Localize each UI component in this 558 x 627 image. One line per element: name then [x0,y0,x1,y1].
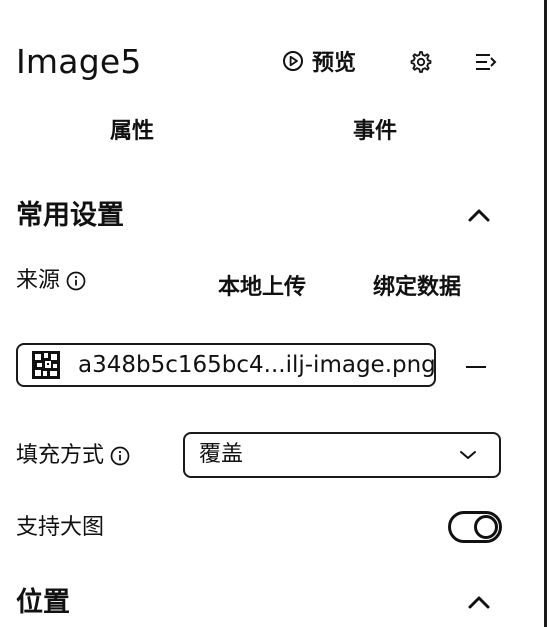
fill-mode-select[interactable]: 覆盖 [183,432,501,478]
image-thumbnail-icon [32,351,60,379]
chevron-down-icon [459,449,477,461]
toggle-knob [474,515,498,539]
chevron-up-icon [466,205,492,225]
gear-icon [409,50,433,74]
play-circle-icon [282,50,304,72]
large-image-label: 支持大图 [16,515,105,540]
source-label: 来源 [16,268,61,293]
settings-button[interactable] [408,49,434,75]
collapse-position-button[interactable] [466,592,492,612]
tab-properties[interactable]: 属性 [110,116,154,148]
bind-data-button[interactable]: 绑定数据 [373,273,461,303]
collapse-panel-button[interactable] [472,49,500,75]
chevron-up-icon [466,592,492,612]
preview-label: 预览 [312,51,357,76]
section-title-position: 位置 [16,587,70,618]
collapse-common-button[interactable] [466,205,492,225]
remove-file-button[interactable] [466,366,486,368]
collapse-menu-icon [473,50,499,74]
panel-right-border [544,0,547,627]
info-icon[interactable] [110,446,130,466]
component-title: Image5 [16,42,142,81]
local-upload-button[interactable]: 本地上传 [218,273,306,303]
file-name: a348b5c165bc4...ilj-image.png [78,352,436,378]
fill-label: 填充方式 [16,443,105,468]
fill-label-row: 填充方式 [16,441,130,471]
fill-mode-value: 覆盖 [199,442,244,467]
preview-button[interactable]: 预览 [282,44,356,78]
file-selector[interactable]: a348b5c165bc4...ilj-image.png [16,343,436,387]
tab-events[interactable]: 事件 [353,116,397,148]
section-title-common: 常用设置 [16,200,124,231]
large-image-toggle[interactable] [448,511,502,543]
source-label-row: 来源 [16,266,86,296]
info-icon[interactable] [66,271,86,291]
